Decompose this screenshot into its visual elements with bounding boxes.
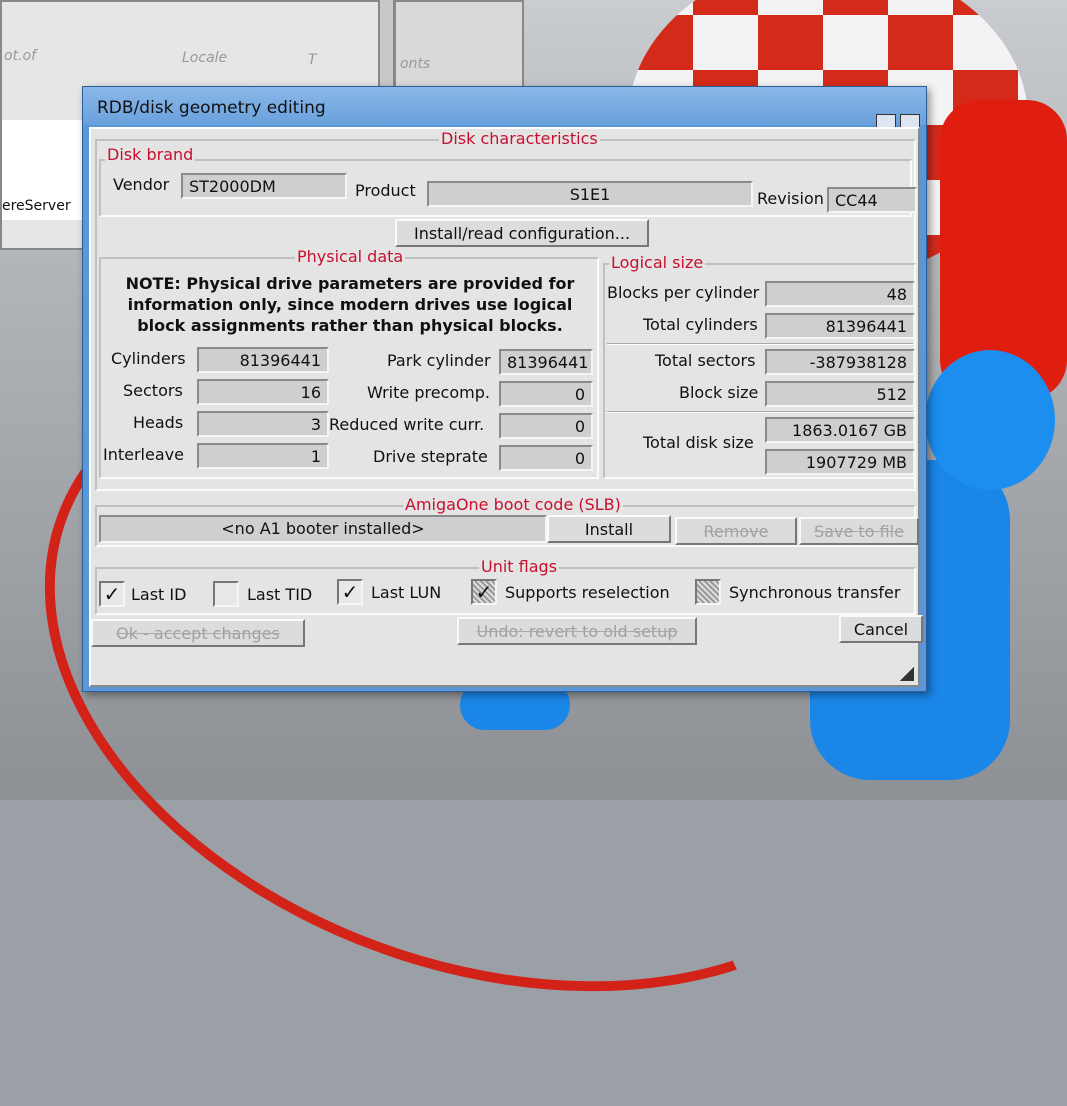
rdb-geometry-window: RDB/disk geometry editing Disk character… [82,86,927,692]
sectors-label: Sectors [123,381,183,400]
ok-accept-button[interactable]: Ok - accept changes [91,619,305,647]
reselection-label: Supports reselection [505,583,670,602]
disk-size-mb-field[interactable]: 1907729 MB [765,449,915,475]
install-booter-button[interactable]: Install [547,515,671,543]
vendor-field[interactable]: ST2000DM [181,173,347,199]
total-sectors-field[interactable]: -387938128 [765,349,915,375]
resize-gadget-icon[interactable] [900,667,914,681]
drive-steprate-field[interactable]: 0 [499,445,593,471]
desktop-window-2: onts [394,0,524,95]
drive-steprate-label: Drive steprate [373,447,488,466]
desktop-icon-label: Locale [182,50,228,66]
interleave-label: Interleave [103,445,184,464]
cylinders-label: Cylinders [111,349,186,368]
reduced-write-label: Reduced write curr. [329,415,485,434]
write-precomp-field[interactable]: 0 [499,381,593,407]
divider [607,411,913,413]
last-tid-label: Last TID [247,585,313,604]
disk-characteristics-title: Disk characteristics [439,129,600,148]
last-id-checkbox[interactable]: ✓ [99,581,125,607]
cancel-button[interactable]: Cancel [839,615,923,643]
window-title: RDB/disk geometry editing [97,98,326,118]
save-booter-button[interactable]: Save to file [799,517,919,545]
product-label: Product [355,181,416,200]
write-precomp-label: Write precomp. [367,383,490,402]
disk-brand-title: Disk brand [105,145,196,164]
disk-size-gb-field[interactable]: 1863.0167 GB [765,417,915,443]
install-read-config-button[interactable]: Install/read configuration... [395,219,649,247]
window-content: Disk characteristics Disk brand Vendor S… [89,127,923,687]
last-lun-label: Last LUN [371,583,442,602]
sectors-field[interactable]: 16 [197,379,329,405]
total-sectors-label: Total sectors [655,351,756,370]
vendor-label: Vendor [113,175,170,194]
blue-figure-head [925,350,1055,490]
desktop-icon-label: ereServer [2,198,71,214]
block-size-label: Block size [679,383,759,402]
park-cylinder-field[interactable]: 81396441 [499,349,593,375]
divider [607,343,913,345]
desktop-scrollbar[interactable] [380,0,394,95]
window-titlebar[interactable]: RDB/disk geometry editing [83,87,926,134]
heads-label: Heads [133,413,184,432]
heads-field[interactable]: 3 [197,411,329,437]
physical-data-note: NOTE: Physical drive parameters are prov… [125,274,575,335]
remove-booter-button[interactable]: Remove [675,517,797,545]
block-size-field[interactable]: 512 [765,381,915,407]
logical-size-title: Logical size [609,253,706,272]
booter-status-field: <no A1 booter installed> [99,515,547,543]
interleave-field[interactable]: 1 [197,443,329,469]
boot-code-title: AmigaOne boot code (SLB) [403,495,623,514]
total-disk-size-label: Total disk size [643,433,754,452]
last-lun-checkbox[interactable]: ✓ [337,579,363,605]
desktop-icon-label: onts [400,56,431,72]
sync-transfer-label: Synchronous transfer [729,583,901,602]
product-field[interactable]: S1E1 [427,181,753,207]
desktop-icon-label: ot.of [4,48,36,64]
revision-label: Revision [757,189,824,208]
cylinders-field[interactable]: 81396441 [197,347,329,373]
blocks-per-cylinder-field[interactable]: 48 [765,281,915,307]
desktop-icon-label: T [308,52,317,68]
physical-data-title: Physical data [295,247,406,266]
reselection-checkbox[interactable]: ✓ [471,579,497,605]
blocks-per-cylinder-label: Blocks per cylinder [607,283,760,302]
unit-flags-title: Unit flags [479,557,560,576]
total-cylinders-label: Total cylinders [643,315,758,334]
revision-field[interactable]: CC44 [827,187,917,213]
undo-revert-button[interactable]: Undo: revert to old setup [457,617,697,645]
park-cylinder-label: Park cylinder [387,351,491,370]
reduced-write-field[interactable]: 0 [499,413,593,439]
total-cylinders-field[interactable]: 81396441 [765,313,915,339]
sync-transfer-checkbox[interactable] [695,579,721,605]
last-id-label: Last ID [131,585,187,604]
last-tid-checkbox[interactable] [213,581,239,607]
